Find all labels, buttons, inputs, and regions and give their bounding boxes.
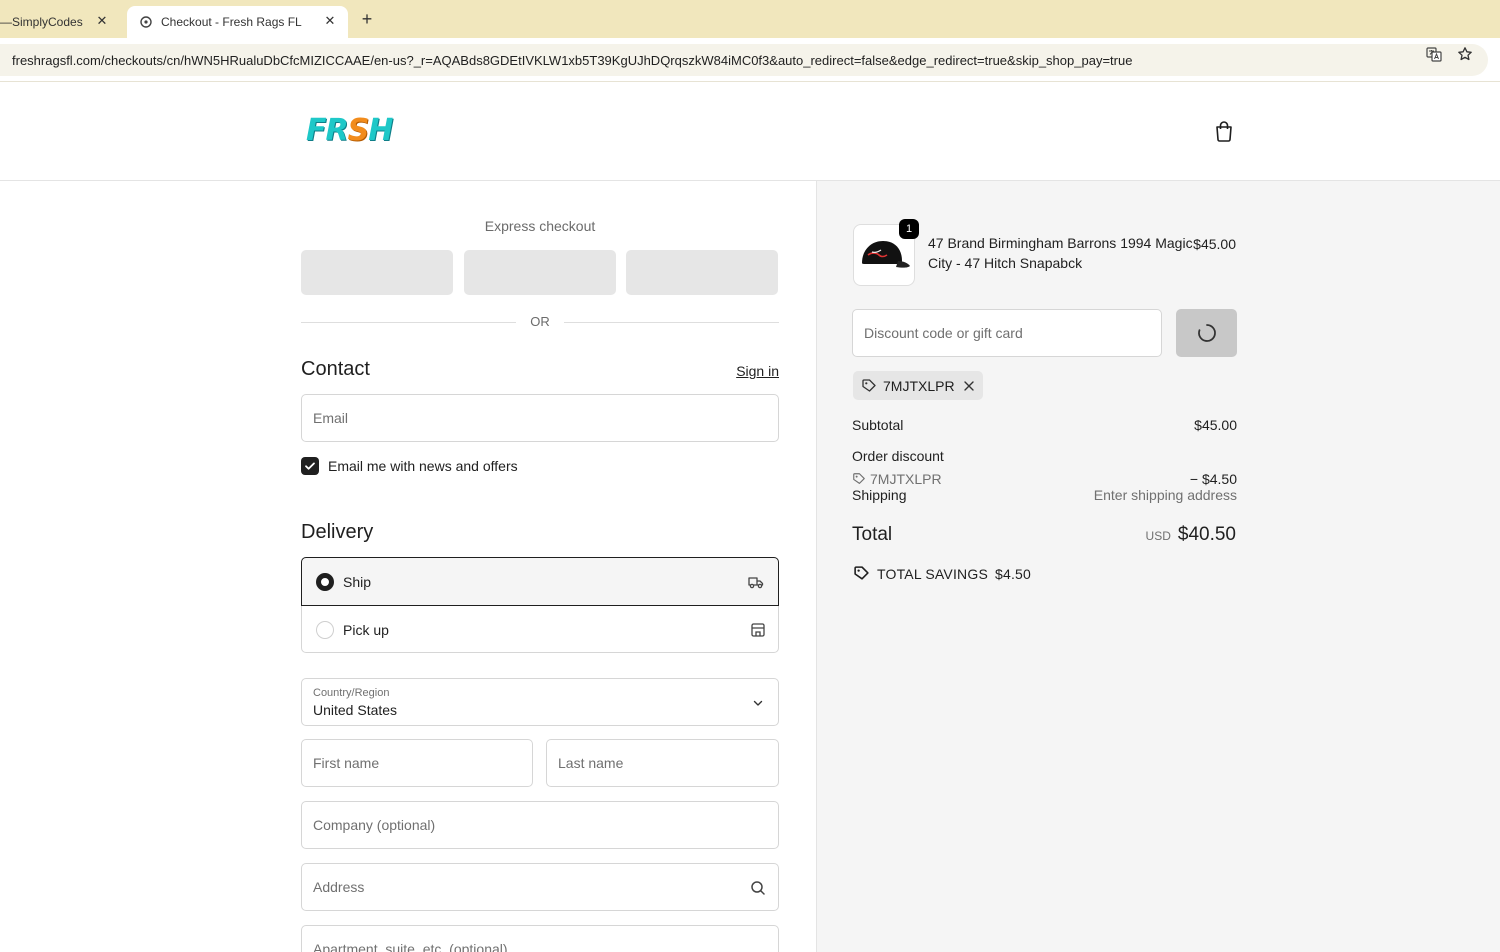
discount-input[interactable]	[853, 310, 1161, 356]
sign-in-link[interactable]: Sign in	[736, 363, 779, 379]
email-input[interactable]	[302, 395, 778, 441]
browser-tab-bar: — SimplyCodes ✕ Checkout - Fresh Rags FL…	[0, 0, 1500, 38]
logo-text-2: S	[347, 113, 370, 148]
address-bar[interactable]: freshragsfl.com/checkouts/cn/hWN5HRualuD…	[0, 44, 1488, 76]
first-name-field[interactable]	[301, 739, 533, 787]
order-discount-label: Order discount	[852, 448, 944, 464]
country-value: United States	[313, 702, 398, 718]
discount-field[interactable]	[852, 309, 1162, 357]
tab-title-prefix: —	[0, 15, 12, 29]
address-bar-row: freshragsfl.com/checkouts/cn/hWN5HRualuD…	[0, 38, 1500, 82]
option-label: Pick up	[343, 622, 389, 638]
divider-line	[564, 322, 779, 323]
savings-tag-icon	[854, 566, 869, 580]
store-logo[interactable]: FRSH	[306, 113, 393, 148]
shop-header: FRSH	[0, 83, 1500, 181]
apply-discount-button[interactable]	[1176, 309, 1237, 357]
newsletter-checkbox[interactable]	[301, 457, 319, 475]
first-name-input[interactable]	[302, 740, 532, 786]
remove-code-icon[interactable]	[963, 380, 975, 392]
quantity-badge: 1	[899, 219, 919, 239]
option-label: Ship	[343, 573, 372, 590]
apartment-field[interactable]	[301, 925, 779, 952]
subtotal-label: Subtotal	[852, 417, 904, 433]
bookmark-star-icon[interactable]	[1457, 46, 1473, 62]
delivery-option-ship[interactable]: Ship	[301, 557, 779, 606]
delivery-option-pickup[interactable]: Pick up	[302, 606, 780, 654]
apartment-input[interactable]	[302, 926, 778, 952]
last-name-field[interactable]	[546, 739, 779, 787]
logo-text-3: H	[368, 113, 393, 148]
address-input[interactable]	[302, 864, 778, 910]
radio-pickup[interactable]	[316, 621, 334, 639]
subtotal-row: Subtotal $45.00	[852, 417, 1237, 433]
store-icon	[751, 623, 765, 637]
subtotal-value: $45.00	[1194, 417, 1237, 433]
tab-checkout[interactable]: Checkout - Fresh Rags FL ✕	[127, 6, 348, 38]
express-checkout-label: Express checkout	[484, 218, 596, 234]
new-tab-button[interactable]: +	[358, 9, 376, 29]
savings-label: TOTAL SAVINGS	[877, 565, 988, 582]
translate-icon[interactable]	[1426, 46, 1442, 62]
favicon-icon	[139, 15, 153, 29]
tab-close-icon[interactable]: ✕	[322, 13, 338, 29]
savings-value: $4.50	[995, 565, 1032, 582]
tab-title: Checkout - Fresh Rags FL	[161, 15, 302, 29]
total-label: Total	[852, 524, 893, 545]
express-pay-button-1[interactable]	[301, 250, 453, 295]
order-summary: 1 47 Brand Birmingham Barrons 1994 Magic…	[816, 181, 1500, 952]
tab-close-icon[interactable]: ✕	[94, 13, 110, 29]
shipping-label: Shipping	[852, 487, 907, 503]
newsletter-label: Email me with news and offers	[328, 458, 518, 474]
tag-icon	[862, 378, 876, 392]
country-select[interactable]: Country/Region United States	[301, 678, 779, 726]
loading-spinner-icon	[1197, 324, 1216, 342]
radio-ship[interactable]	[316, 572, 334, 591]
delivery-method-group: Ship Pick up	[301, 557, 779, 653]
express-pay-button-2[interactable]	[464, 250, 616, 295]
total-amount: $40.50	[1177, 524, 1236, 545]
delivery-title: Delivery	[301, 521, 374, 543]
logo-text-1: FR	[306, 113, 349, 148]
search-icon[interactable]	[750, 880, 766, 896]
truck-icon	[748, 576, 764, 588]
tab-title: SimplyCodes	[12, 15, 83, 29]
contact-title: Contact	[301, 358, 370, 380]
company-input[interactable]	[302, 802, 778, 848]
discount-code-text: 7MJTXLPR	[870, 471, 942, 487]
total-amount-group: USD $40.50	[1146, 524, 1236, 546]
url-text[interactable]: freshragsfl.com/checkouts/cn/hWN5HRualuD…	[12, 53, 1412, 68]
applied-code-chip: 7MJTXLPR	[853, 371, 983, 400]
last-name-input[interactable]	[547, 740, 778, 786]
chevron-down-icon	[753, 700, 763, 706]
country-label: Country/Region	[313, 687, 390, 699]
product-price: $45.00	[1193, 236, 1236, 252]
address-field[interactable]	[301, 863, 779, 911]
newsletter-row[interactable]: Email me with news and offers	[301, 457, 518, 475]
discount-code-line: 7MJTXLPR	[852, 471, 942, 487]
discount-value: − $4.50	[1189, 471, 1237, 487]
applied-code-text: 7MJTXLPR	[883, 377, 955, 394]
product-name: 47 Brand Birmingham Barrons 1994 Magic C…	[928, 235, 1193, 271]
express-pay-button-3[interactable]	[626, 250, 778, 295]
shipping-row: Shipping Enter shipping address	[852, 487, 1237, 503]
tab-simplycodes[interactable]: — SimplyCodes ✕	[0, 6, 122, 38]
shopping-bag-icon[interactable]	[1213, 120, 1235, 142]
tag-icon	[853, 473, 865, 484]
company-field[interactable]	[301, 801, 779, 849]
or-divider: OR	[301, 313, 779, 331]
checkmark-icon	[305, 462, 315, 470]
email-field[interactable]	[301, 394, 779, 442]
total-savings: TOTAL SAVINGS $4.50	[853, 565, 1031, 582]
currency-code: USD	[1145, 529, 1171, 543]
shipping-value: Enter shipping address	[1093, 487, 1237, 503]
order-discount-row: Order discount	[852, 448, 1237, 464]
